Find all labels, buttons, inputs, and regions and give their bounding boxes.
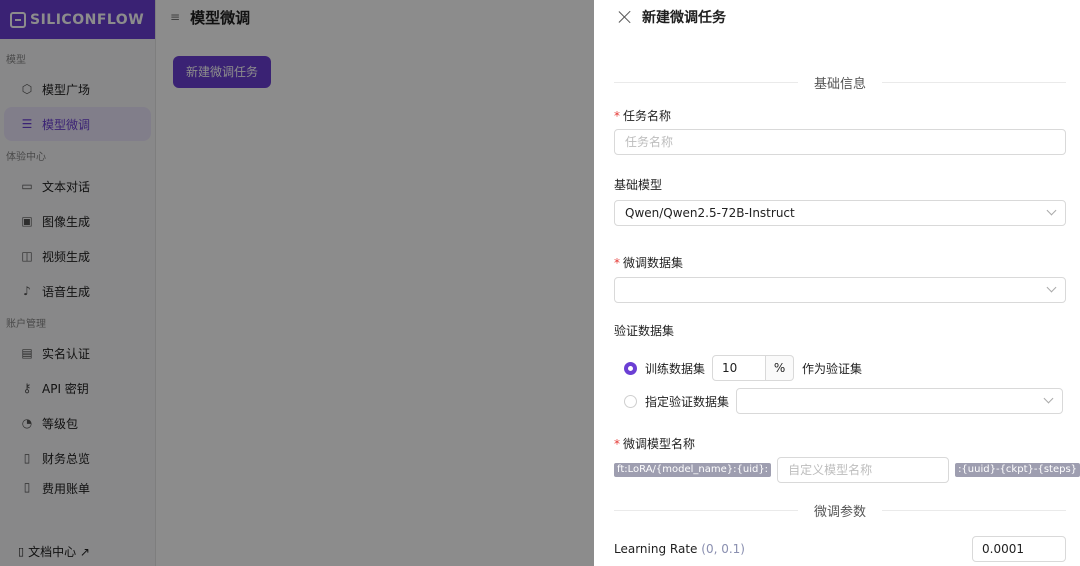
chevron-down-icon [1043,393,1054,404]
learning-rate-row: Learning Rate (0, 0.1) 0.0001 [614,536,1066,562]
chevron-down-icon [1046,205,1057,216]
percent-suffix: % [766,355,795,381]
section-title: 基础信息 [797,72,882,92]
learning-rate-range: (0, 0.1) [701,542,745,556]
radio-unselected[interactable] [624,394,637,408]
validation-dataset-label: 验证数据集 [614,324,675,338]
task-name-input[interactable] [614,129,1066,155]
name-suffix-tag: :{uuid}-{ckpt}-{steps} [955,463,1080,477]
chevron-down-icon [1046,282,1057,293]
validation-option-train-split[interactable]: 训练数据集 10 % 作为验证集 [614,355,1066,381]
validation-after-text: 作为验证集 [802,361,863,376]
validation-option1-label: 训练数据集 [645,361,706,376]
learning-rate-label: Learning Rate (0, 0.1) [614,542,745,556]
create-task-drawer: 新建微调任务 基础信息 *任务名称 基础模型 Qwen/Qwen2.5-72B-… [594,0,1080,566]
validation-dataset-select[interactable] [736,388,1064,414]
base-model-select[interactable]: Qwen/Qwen2.5-72B-Instruct [614,200,1066,226]
radio-selected[interactable] [624,361,637,375]
required-mark: * [614,256,620,270]
finetuned-model-name-label: * 微调模型名称 [614,437,696,451]
dataset-select[interactable] [614,277,1066,303]
section-divider-basic: 基础信息 [614,72,1066,92]
base-model-value: Qwen/Qwen2.5-72B-Instruct [625,206,795,220]
base-model-label: 基础模型 [614,178,663,192]
drawer-header: 新建微调任务 [594,0,1080,34]
required-mark: * [614,437,620,451]
validation-option-custom[interactable]: 指定验证数据集 [614,388,1066,414]
section-divider-params: 微调参数 [614,500,1066,520]
finetuned-model-name-row: ft:LoRA/{model_name}:{uid}: :{uuid}-{ckp… [614,457,1080,483]
section-title: 微调参数 [797,500,882,520]
dataset-label: * 微调数据集 [614,256,684,270]
drawer-title: 新建微调任务 [642,10,726,26]
drawer-body: 基础信息 *任务名称 基础模型 Qwen/Qwen2.5-72B-Instruc… [594,72,1080,562]
close-icon[interactable] [618,10,632,24]
learning-rate-input[interactable]: 0.0001 [972,536,1066,562]
custom-model-name-input[interactable] [777,457,950,483]
task-name-label: * 任务名称 [614,109,672,123]
required-mark: * [614,109,620,123]
validation-option2-label: 指定验证数据集 [645,394,730,409]
name-prefix-tag: ft:LoRA/{model_name}:{uid}: [614,463,772,477]
validation-percent-input[interactable]: 10 [712,355,767,381]
